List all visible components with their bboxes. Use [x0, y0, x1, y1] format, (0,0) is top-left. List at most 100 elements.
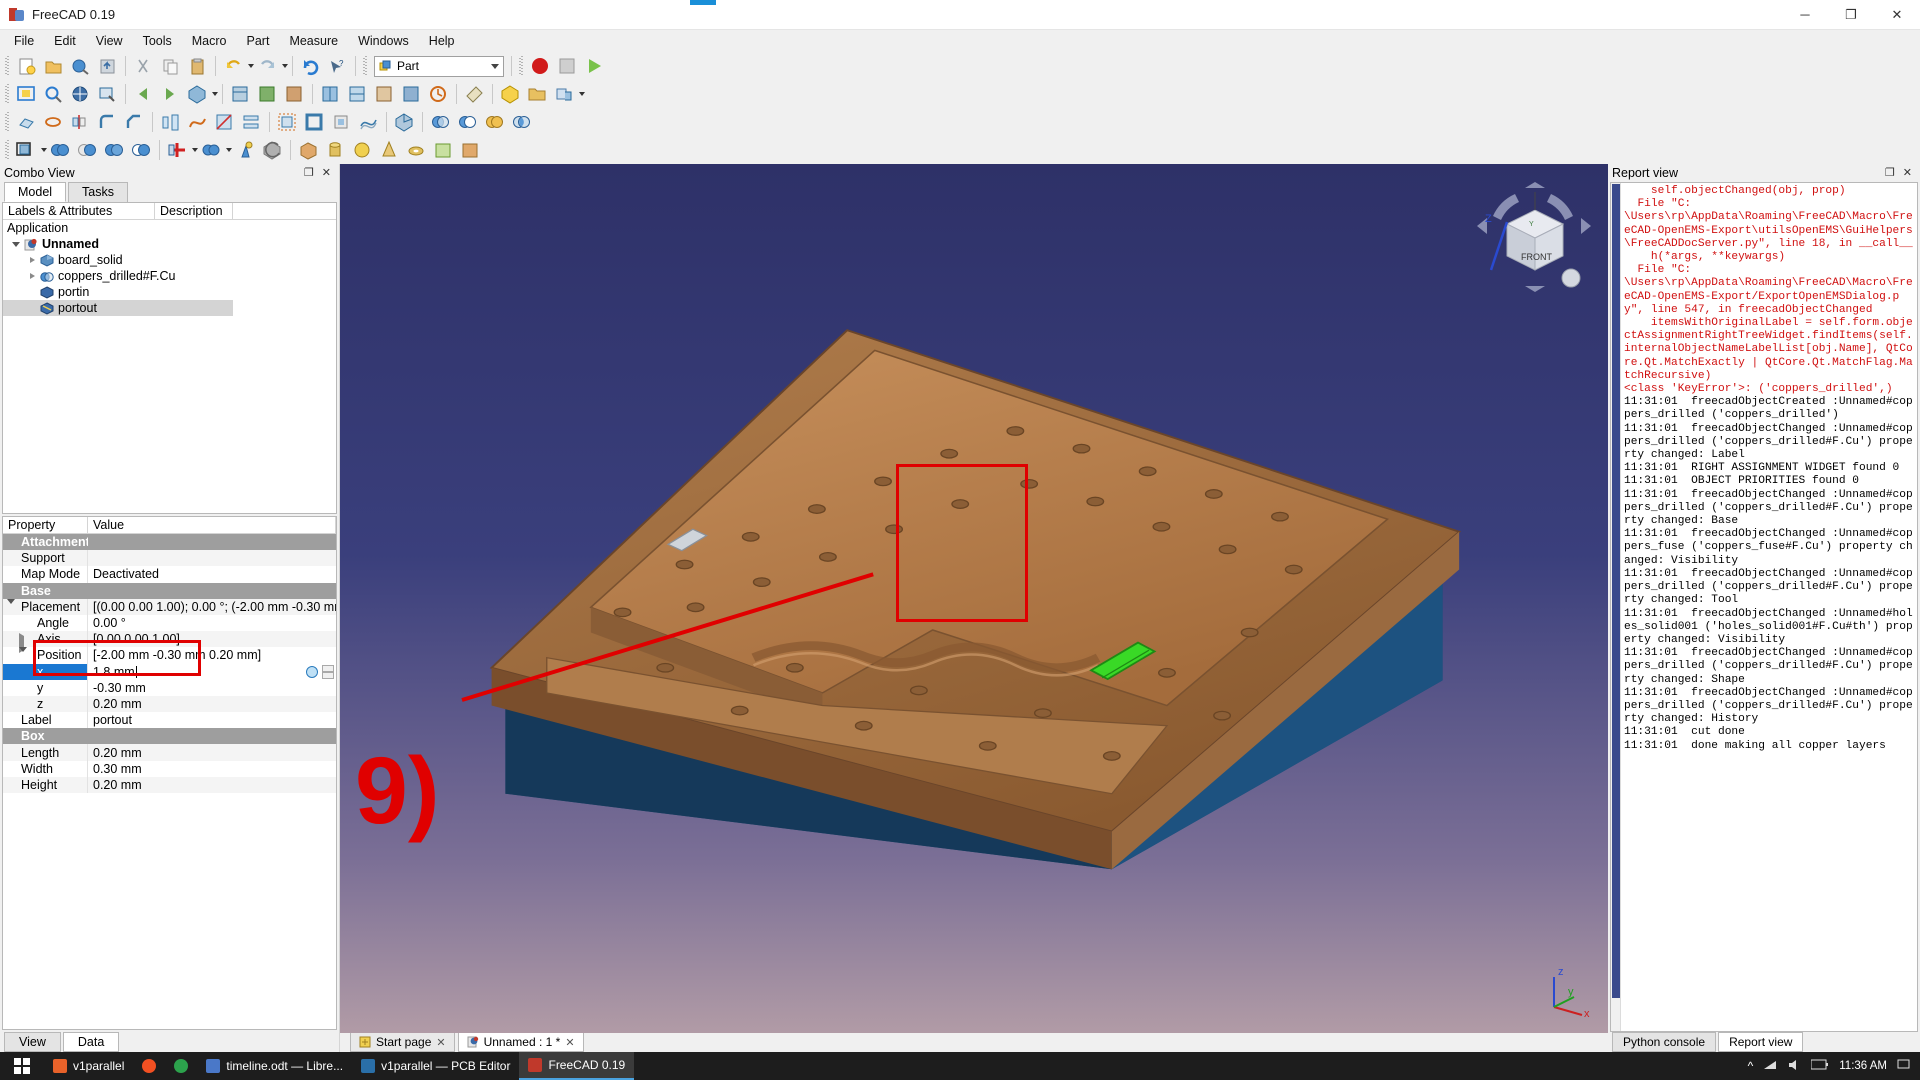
property-value[interactable]: 0.20 mm: [88, 744, 336, 760]
combo-view-close-button[interactable]: ✕: [322, 167, 331, 179]
tab-view[interactable]: View: [4, 1032, 61, 1052]
join-icon[interactable]: [199, 138, 224, 163]
refresh-icon[interactable]: [298, 54, 323, 79]
whats-this-icon[interactable]: ?: [325, 54, 350, 79]
navigation-cube[interactable]: FRONT Y Z: [1463, 182, 1591, 292]
menu-part[interactable]: Part: [237, 31, 280, 51]
attachment-dropdown-caret[interactable]: [192, 148, 198, 152]
property-value[interactable]: [0.00 0.00 1.00]: [88, 631, 336, 647]
notification-icon[interactable]: [1897, 1058, 1910, 1074]
taskbar-item-chrome[interactable]: [165, 1052, 197, 1080]
save-document-icon[interactable]: [68, 54, 93, 79]
primitives-icon[interactable]: [458, 138, 483, 163]
close-icon[interactable]: ✕: [565, 1036, 574, 1049]
property-value[interactable]: [(0.00 0.00 1.00); 0.00 °; (-2.00 mm -0.…: [88, 599, 336, 615]
property-row-position-x[interactable]: x 1.8 mm: [3, 663, 336, 680]
battery-icon[interactable]: [1810, 1059, 1829, 1073]
tab-python-console[interactable]: Python console: [1612, 1032, 1717, 1052]
ruled-surface-icon[interactable]: [356, 110, 381, 135]
volume-icon[interactable]: [1787, 1059, 1801, 1074]
tree-item-portout[interactable]: portout: [3, 300, 233, 316]
shape-builder-icon[interactable]: [392, 110, 417, 135]
attachment-icon[interactable]: [165, 138, 190, 163]
cone-primitive-icon[interactable]: [377, 138, 402, 163]
revert-shape-icon[interactable]: [260, 138, 285, 163]
spinbox-stepper[interactable]: [322, 664, 334, 679]
tab-report-view[interactable]: Report view: [1718, 1032, 1804, 1052]
section-icon[interactable]: [212, 110, 237, 135]
cylinder-primitive-icon[interactable]: [323, 138, 348, 163]
sphere-primitive-icon[interactable]: [350, 138, 375, 163]
chevron-up-icon[interactable]: ^: [1748, 1059, 1754, 1073]
expand-chevron-right-icon[interactable]: [25, 257, 39, 263]
tab-model[interactable]: Model: [4, 182, 67, 202]
cut-boolean-icon[interactable]: [455, 110, 480, 135]
workbench-selector[interactable]: Part: [374, 55, 504, 77]
taskbar-item-freecad[interactable]: FreeCAD 0.19: [519, 1052, 635, 1080]
report-view-float-button[interactable]: ❐: [1885, 167, 1895, 179]
part-link-dropdown-caret[interactable]: [579, 92, 585, 96]
property-row-width[interactable]: Width 0.30 mm: [3, 760, 336, 777]
rear-view-icon[interactable]: [345, 82, 370, 107]
compound-icon[interactable]: [14, 138, 39, 163]
cross-sections-icon[interactable]: [239, 110, 264, 135]
common-boolean-icon[interactable]: [509, 110, 534, 135]
combo-view-float-button[interactable]: ❐: [304, 167, 314, 179]
isometric-icon[interactable]: [185, 82, 210, 107]
tree-item-unnamed[interactable]: Unnamed: [3, 236, 336, 252]
compound-filter-icon[interactable]: [48, 138, 73, 163]
fit-selection-icon[interactable]: [41, 82, 66, 107]
taskbar-item-libreoffice-writer[interactable]: timeline.odt — Libre...: [197, 1052, 352, 1080]
left-view-icon[interactable]: [399, 82, 424, 107]
union-boolean-icon[interactable]: [482, 110, 507, 135]
part-group-icon[interactable]: [525, 82, 550, 107]
part-box-icon[interactable]: [498, 82, 523, 107]
close-button[interactable]: ✕: [1874, 0, 1920, 30]
right-view-icon[interactable]: [318, 82, 343, 107]
mirror-icon[interactable]: [68, 110, 93, 135]
menu-measure[interactable]: Measure: [279, 31, 348, 51]
projection-icon[interactable]: [329, 110, 354, 135]
tab-unnamed-document[interactable]: Unnamed : 1 * ✕: [457, 1032, 584, 1052]
taskbar-item-pcb-editor[interactable]: v1parallel — PCB Editor: [352, 1052, 519, 1080]
toolbar-grip-macro[interactable]: [518, 56, 525, 76]
expand-chevron-right-icon[interactable]: [25, 273, 39, 279]
property-value[interactable]: 0.30 mm: [88, 761, 336, 777]
tree-item-application[interactable]: Application: [3, 220, 336, 236]
tree-item-board-solid[interactable]: board_solid: [3, 252, 336, 268]
maximize-button[interactable]: ❐: [1828, 0, 1874, 30]
loft-icon[interactable]: [158, 110, 183, 135]
thickness-icon[interactable]: [302, 110, 327, 135]
windows-start-icon[interactable]: [0, 1052, 44, 1080]
property-value[interactable]: portout: [88, 712, 336, 728]
chamfer-icon[interactable]: [122, 110, 147, 135]
fillet-icon[interactable]: [95, 110, 120, 135]
split-icon[interactable]: [129, 138, 154, 163]
copy-icon[interactable]: [158, 54, 183, 79]
std-view-back-icon[interactable]: [131, 82, 156, 107]
close-icon[interactable]: ✕: [436, 1036, 445, 1049]
property-row-placement[interactable]: Placement [(0.00 0.00 1.00); 0.00 °; (-2…: [3, 598, 336, 618]
minimize-button[interactable]: ─: [1782, 0, 1828, 30]
menu-macro[interactable]: Macro: [182, 31, 237, 51]
part-link-icon[interactable]: [552, 82, 577, 107]
property-row-position-z[interactable]: z 0.20 mm: [3, 695, 336, 713]
taskbar-clock[interactable]: 11:36 AM: [1839, 1060, 1887, 1073]
tube-primitive-icon[interactable]: [431, 138, 456, 163]
sync-view-icon[interactable]: [426, 82, 451, 107]
property-row-angle[interactable]: Angle 0.00 °: [3, 614, 336, 632]
macro-stop-icon[interactable]: [555, 54, 580, 79]
cut-icon[interactable]: [131, 54, 156, 79]
tab-tasks[interactable]: Tasks: [68, 182, 128, 202]
refine-shape-icon[interactable]: [233, 138, 258, 163]
open-document-icon[interactable]: [41, 54, 66, 79]
property-value[interactable]: Deactivated: [88, 566, 336, 582]
menu-file[interactable]: File: [4, 31, 44, 51]
menu-windows[interactable]: Windows: [348, 31, 419, 51]
property-value[interactable]: 0.20 mm: [88, 777, 336, 793]
property-value[interactable]: -0.30 mm: [88, 680, 336, 696]
toolbar-grip[interactable]: [4, 140, 11, 160]
axonometric-icon[interactable]: [228, 82, 253, 107]
std-view-forward-icon[interactable]: [158, 82, 183, 107]
redo-dropdown-caret[interactable]: [282, 64, 288, 68]
